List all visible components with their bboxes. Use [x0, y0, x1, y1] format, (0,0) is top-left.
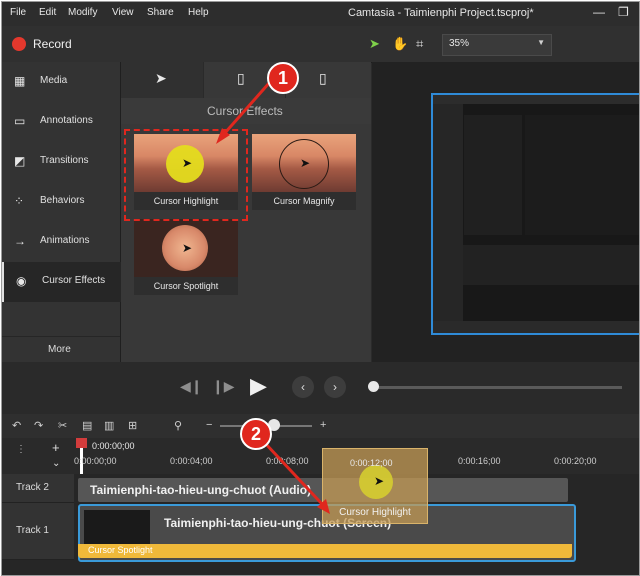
annotation-arrows [216, 81, 330, 514]
camtasia-window: File Edit Modify View Share Help Camtasi… [1, 1, 640, 576]
arrow-1 [222, 81, 272, 135]
step-1-badge: 1 [267, 62, 299, 94]
step-2-badge: 2 [240, 418, 272, 450]
arrow-2 [262, 440, 324, 506]
